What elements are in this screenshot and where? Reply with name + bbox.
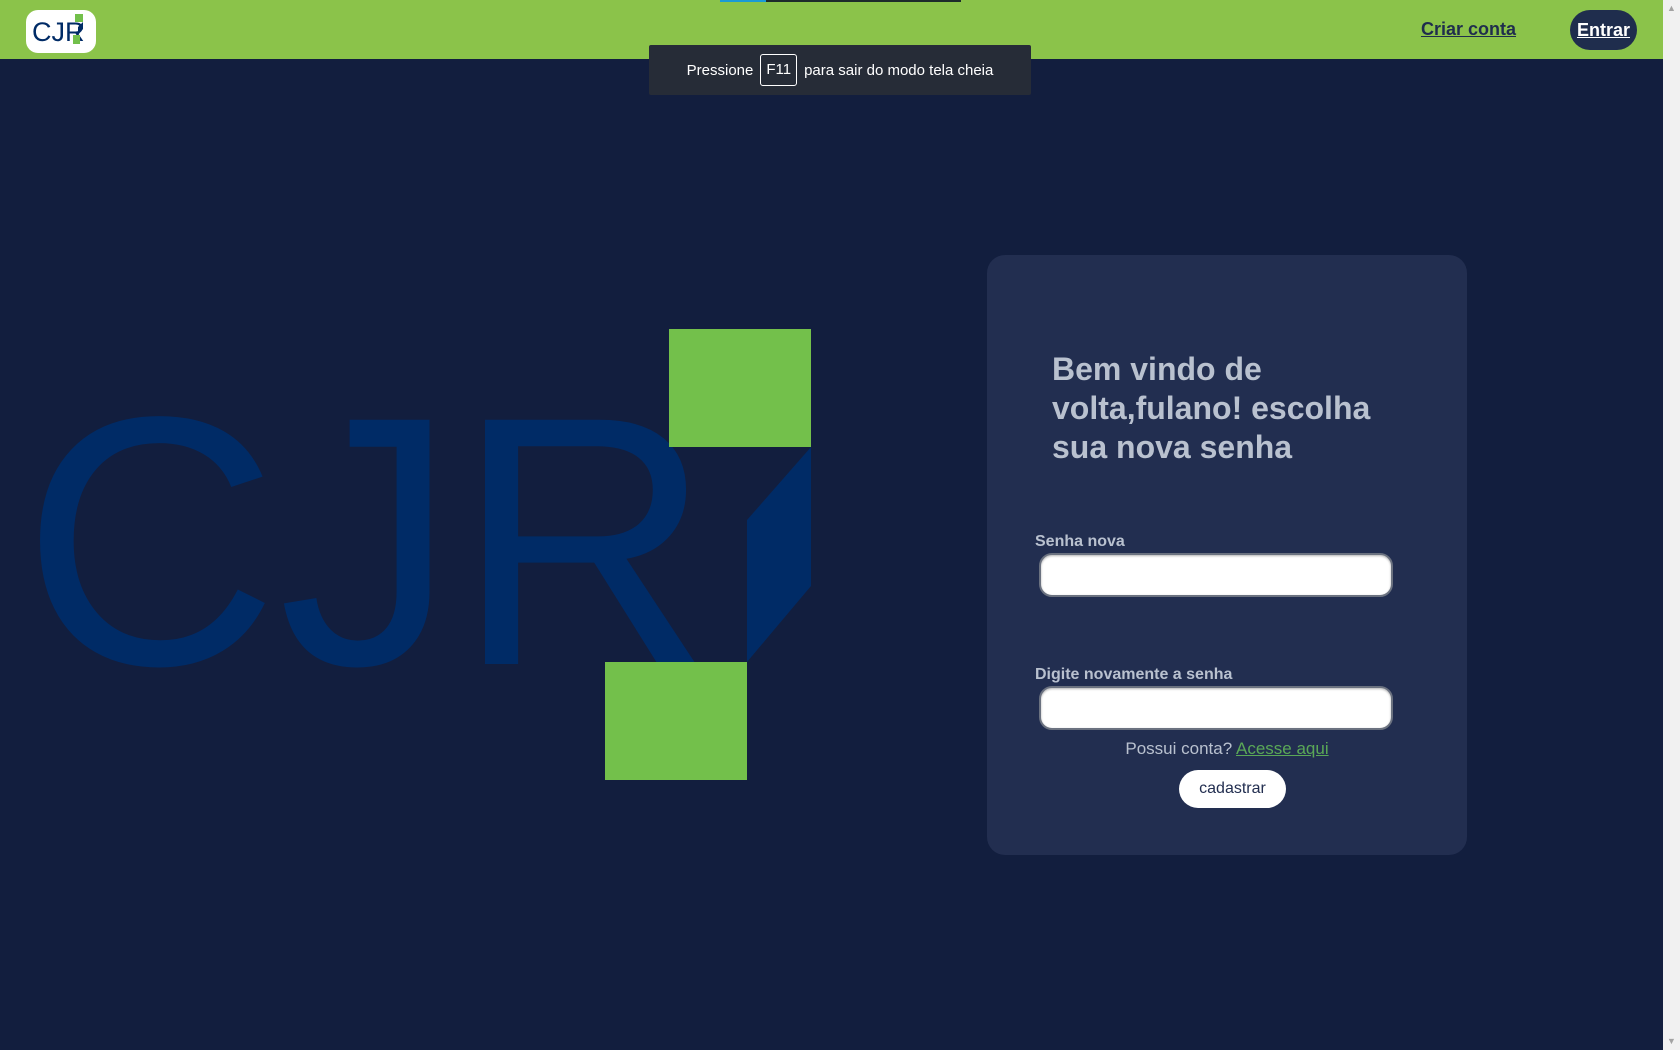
toast-text-before: Pressione [686, 61, 754, 79]
toast-text-after: para sair do modo tela cheia [804, 61, 994, 79]
account-question: Possui conta? [1125, 739, 1233, 758]
brand-green-square-bottom [605, 662, 747, 780]
cjr-logo[interactable]: CJR [26, 10, 96, 53]
criar-conta-link[interactable]: Criar conta [1421, 19, 1516, 40]
acesse-aqui-link[interactable]: Acesse aqui [1236, 739, 1329, 758]
cadastrar-button[interactable]: cadastrar [1179, 770, 1286, 808]
cjr-brand-graphic: CJR [22, 329, 811, 780]
card-title: Bem vindo de volta,fulano! escolha sua n… [1052, 351, 1371, 465]
brand-green-square-top [669, 329, 811, 447]
fullscreen-exit-notice: Pressione F11 para sair do modo tela che… [649, 45, 1031, 95]
page-load-progress [720, 0, 961, 2]
f11-key: F11 [760, 54, 798, 86]
page-load-progress-fill [720, 0, 766, 2]
reset-password-card: Bem vindo de volta,fulano! escolha sua n… [987, 255, 1467, 855]
vertical-scrollbar[interactable]: ▲ ▼ [1663, 0, 1680, 1050]
triangle-down-icon[interactable]: ▼ [1663, 1033, 1680, 1050]
entrar-button[interactable]: Entrar [1570, 10, 1637, 50]
cjr-logo-icon: CJR [32, 14, 85, 47]
repeat-password-input[interactable] [1039, 686, 1393, 730]
repeat-password-label: Digite novamente a senha [1035, 666, 1233, 683]
brand-navy-slant [747, 447, 811, 662]
triangle-up-icon[interactable]: ▲ [1663, 0, 1680, 17]
new-password-input[interactable] [1039, 553, 1393, 597]
new-password-label: Senha nova [1035, 533, 1125, 550]
account-prompt: Possui conta? Acesse aqui [987, 739, 1467, 759]
